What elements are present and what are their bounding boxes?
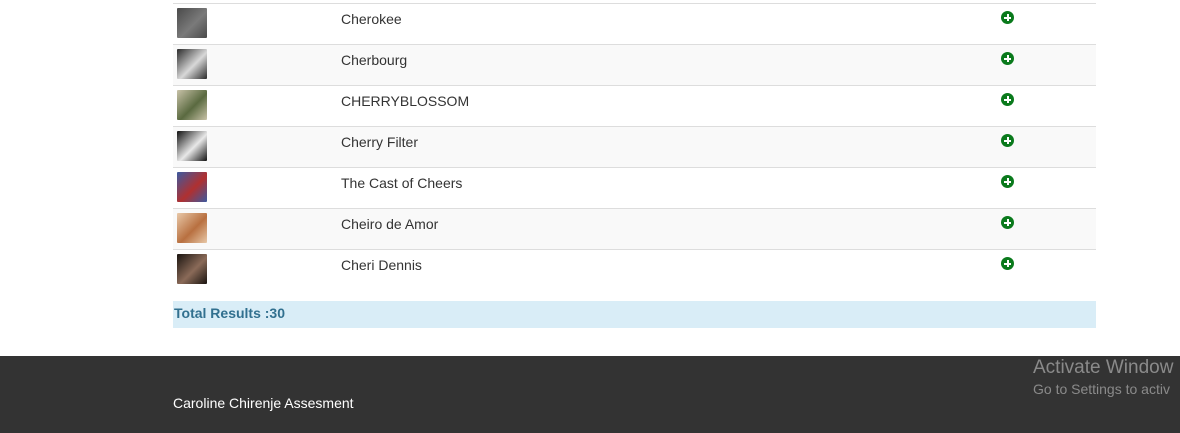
- add-artist-button[interactable]: [1001, 52, 1014, 65]
- add-artist-button[interactable]: [1001, 11, 1014, 24]
- add-artist-button[interactable]: [1001, 134, 1014, 147]
- artist-name: Cheiro de Amor: [341, 216, 439, 232]
- artist-thumbnail: [177, 49, 207, 79]
- add-artist-button[interactable]: [1001, 216, 1014, 229]
- page: Cherokee Cherbourg CHERRYBLOSSOM Cherry Fil…: [0, 0, 1180, 433]
- artist-thumbnail: [177, 172, 207, 202]
- table-row: The Cast of Cheers: [173, 167, 1096, 208]
- artist-name: Cherbourg: [341, 52, 408, 68]
- total-results-label: Total Results :30: [174, 305, 285, 321]
- artist-name: The Cast of Cheers: [341, 175, 463, 191]
- artist-name: Cherry Filter: [341, 134, 419, 150]
- artist-name: CHERRYBLOSSOM: [341, 93, 470, 109]
- artist-name: Cheri Dennis: [341, 257, 422, 273]
- artist-thumbnail: [177, 90, 207, 120]
- table-row: CHERRYBLOSSOM: [173, 85, 1096, 126]
- watermark-title: Activate Window: [1033, 357, 1174, 378]
- add-artist-button[interactable]: [1001, 175, 1014, 188]
- footer: Caroline Chirenje Assesment: [0, 356, 1180, 433]
- total-results-bar: Total Results :30: [173, 301, 1096, 328]
- table-row: Cheiro de Amor: [173, 208, 1096, 249]
- footer-credit: Caroline Chirenje Assesment: [173, 395, 354, 411]
- activate-windows-watermark: Activate Window Go to Settings to activ: [1033, 357, 1173, 399]
- artist-thumbnail: [177, 254, 207, 284]
- watermark-subtitle: Go to Settings to activ: [1033, 381, 1170, 397]
- add-artist-button[interactable]: [1001, 257, 1014, 270]
- artist-thumbnail: [177, 8, 207, 38]
- artist-name: Cherokee: [341, 11, 402, 27]
- table-row: Cherokee: [173, 3, 1096, 44]
- results-table: Cherokee Cherbourg CHERRYBLOSSOM Cherry Fil…: [173, 3, 1096, 290]
- artist-thumbnail: [177, 131, 207, 161]
- table-row: Cheri Dennis: [173, 249, 1096, 290]
- artist-thumbnail: [177, 213, 207, 243]
- table-row: Cherbourg: [173, 44, 1096, 85]
- table-row: Cherry Filter: [173, 126, 1096, 167]
- add-artist-button[interactable]: [1001, 93, 1014, 106]
